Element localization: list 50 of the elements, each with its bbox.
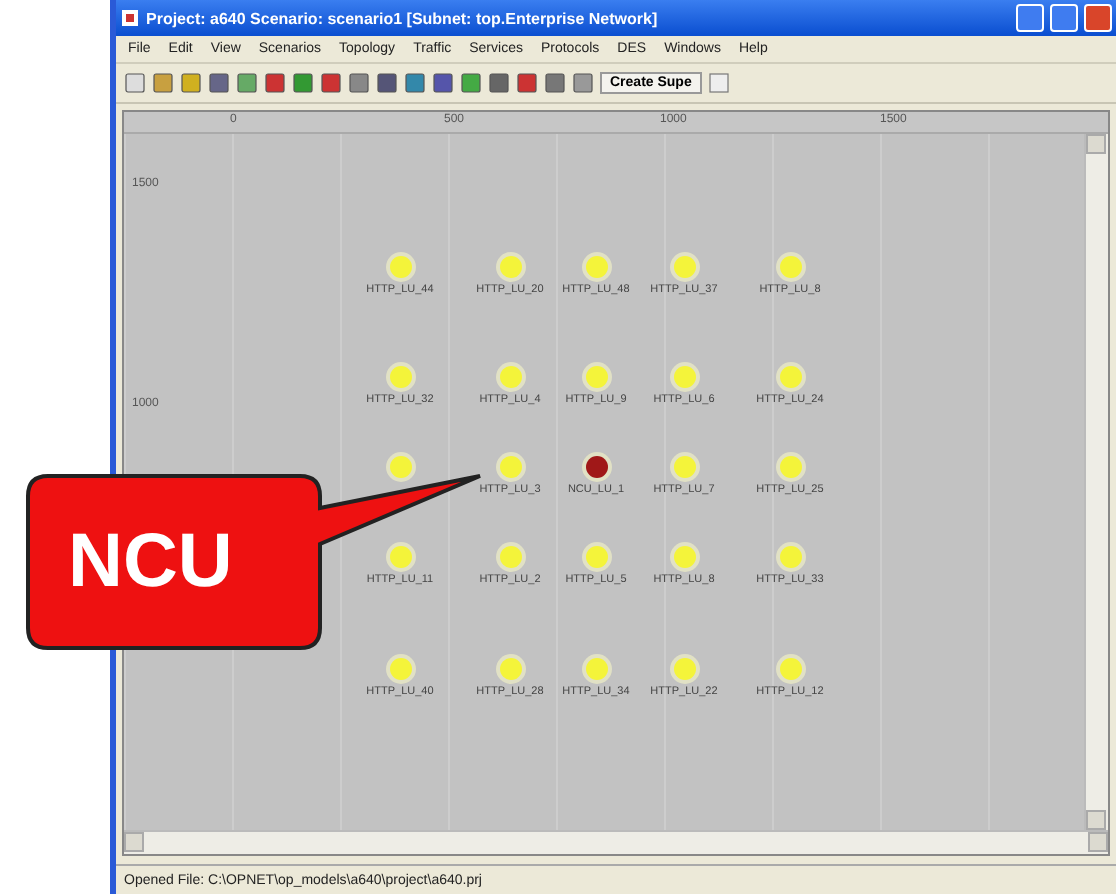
window-title: Project: a640 Scenario: scenario1 [Subnet: top.Enterprise Network] (146, 9, 660, 27)
node-icon[interactable] (499, 658, 521, 680)
tool-icon[interactable] (180, 72, 202, 94)
tool-icon[interactable] (292, 72, 314, 94)
tool-icon[interactable] (376, 72, 398, 94)
tool-icon[interactable] (152, 72, 174, 94)
minimize-button[interactable] (1016, 4, 1044, 32)
node-icon[interactable] (389, 366, 411, 388)
node-icon[interactable] (779, 456, 801, 478)
node-icon[interactable] (499, 546, 521, 568)
tool-icon[interactable] (264, 72, 286, 94)
node-icon[interactable] (389, 658, 411, 680)
node-icon[interactable] (673, 456, 695, 478)
tool-icon[interactable] (572, 72, 594, 94)
node-icon[interactable] (779, 366, 801, 388)
node-icon[interactable] (585, 546, 607, 568)
node-icon[interactable] (779, 546, 801, 568)
tool-icon[interactable] (236, 72, 258, 94)
maximize-button[interactable] (1050, 4, 1078, 32)
vertical-scrollbar[interactable] (1084, 134, 1108, 830)
node-icon[interactable] (673, 256, 695, 278)
tool-icon[interactable] (348, 72, 370, 94)
node-icon[interactable] (585, 256, 607, 278)
node-icon[interactable] (673, 366, 695, 388)
app-icon (120, 8, 140, 28)
tool-icon[interactable] (516, 72, 538, 94)
node-icon[interactable] (389, 456, 411, 478)
node-icon[interactable] (585, 658, 607, 680)
tool-icon[interactable] (320, 72, 342, 94)
tool-icon[interactable] (432, 72, 454, 94)
tool-icon[interactable] (208, 72, 230, 94)
tool-icon[interactable] (404, 72, 426, 94)
node-icon[interactable] (389, 546, 411, 568)
tool-icon[interactable] (460, 72, 482, 94)
close-button[interactable] (1084, 4, 1112, 32)
node-icon[interactable] (499, 366, 521, 388)
node-icon[interactable] (779, 658, 801, 680)
callout-label: NCU (68, 520, 233, 606)
node-icon[interactable] (499, 256, 521, 278)
horizontal-scrollbar[interactable] (124, 830, 1108, 854)
node-icon[interactable] (585, 456, 607, 478)
node-icon[interactable] (499, 456, 521, 478)
tool-icon[interactable] (124, 72, 146, 94)
node-icon[interactable] (673, 658, 695, 680)
node-icon[interactable] (585, 366, 607, 388)
tool-icon[interactable] (544, 72, 566, 94)
tool-icon[interactable] (488, 72, 510, 94)
node-icon[interactable] (779, 256, 801, 278)
node-icon[interactable] (389, 256, 411, 278)
node-icon[interactable] (673, 546, 695, 568)
